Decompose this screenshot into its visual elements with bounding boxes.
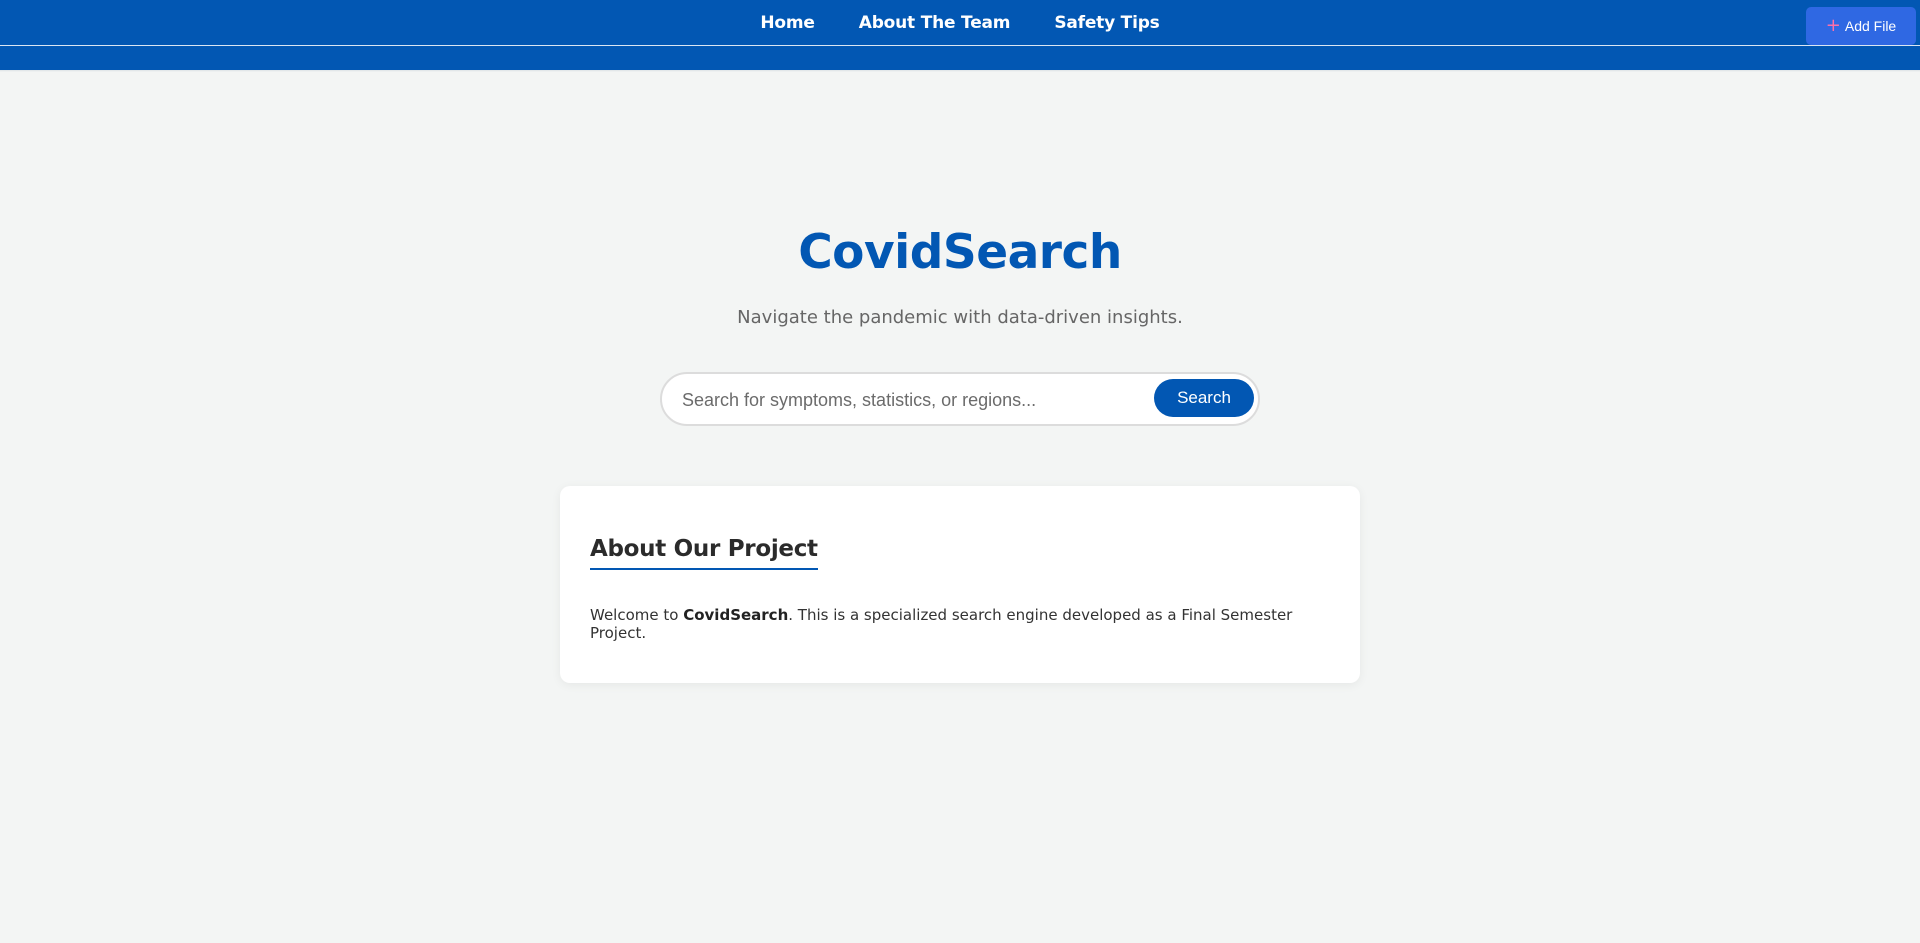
plus-icon: + (1825, 15, 1841, 36)
about-project-text: Welcome to CovidSearch. This is a specia… (590, 606, 1330, 642)
about-project-card: About Our Project Welcome to CovidSearch… (560, 486, 1360, 683)
nav-safety-tips-link[interactable]: Safety Tips (1054, 13, 1159, 33)
top-navigation-bar: Home About The Team Safety Tips + Add Fi… (0, 0, 1920, 72)
about-text-intro: Welcome to (590, 606, 684, 624)
add-file-label: Add File (1844, 18, 1897, 34)
search-button[interactable]: Search (1154, 379, 1254, 417)
main-nav: Home About The Team Safety Tips (0, 0, 1920, 45)
add-file-button[interactable]: + Add File (1806, 7, 1916, 45)
about-project-heading: About Our Project (590, 536, 818, 570)
about-text-brand: CovidSearch (683, 606, 789, 624)
page-title: CovidSearch (798, 225, 1122, 280)
nav-divider (0, 45, 1920, 46)
nav-about-team-link[interactable]: About The Team (859, 13, 1011, 33)
header-shadow (0, 70, 1920, 72)
search-input[interactable] (680, 384, 1144, 416)
search-bar: Search (660, 372, 1260, 426)
page-subtitle: Navigate the pandemic with data-driven i… (737, 307, 1183, 328)
nav-home-link[interactable]: Home (760, 13, 815, 33)
